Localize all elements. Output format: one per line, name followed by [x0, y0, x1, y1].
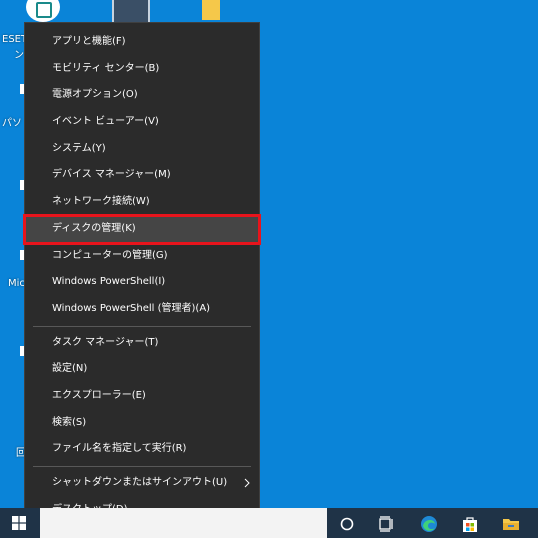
menu-item-settings[interactable]: 設定(N) — [25, 356, 259, 383]
menu-item-label: 検索(S) — [52, 416, 87, 428]
menu-item-mobility-center[interactable]: モビリティ センター(B) — [25, 56, 259, 83]
menu-item-label: シャットダウンまたはサインアウト(U) — [52, 477, 228, 488]
menu-item-label: 電源オプション(O) — [52, 89, 138, 101]
menu-item-run[interactable]: ファイル名を指定して実行(R) — [25, 436, 259, 463]
task-view-icon[interactable] — [377, 514, 397, 534]
edge-icon[interactable] — [419, 514, 439, 534]
menu-item-label: イベント ビューアー(V) — [52, 116, 159, 128]
menu-item-network-connections[interactable]: ネットワーク接続(W) — [25, 189, 259, 216]
menu-item-label: モビリティ センター(B) — [52, 62, 160, 74]
menu-item-label: アプリと機能(F) — [52, 36, 126, 47]
menu-item-system[interactable]: システム(Y) — [25, 136, 259, 163]
menu-item-file-explorer[interactable]: エクスプローラー(E) — [25, 383, 259, 410]
menu-item-shutdown-signout[interactable]: シャットダウンまたはサインアウト(U) — [25, 470, 259, 497]
folder-icon[interactable] — [202, 0, 220, 20]
desktop-label-pc: パソ — [2, 118, 22, 129]
menu-separator — [33, 325, 251, 327]
menu-item-device-manager[interactable]: デバイス マネージャー(M) — [25, 162, 259, 189]
desktop: ESET ン パソ Micr 回 アプリと機能(F) モビリティ センター(B)… — [0, 0, 538, 538]
menu-item-label: ネットワーク接続(W) — [52, 196, 150, 208]
computer-icon[interactable] — [112, 0, 150, 24]
menu-item-label: ディスクの管理(K) — [52, 222, 136, 234]
menu-item-label: ファイル名を指定して実行(R) — [52, 443, 187, 455]
menu-separator — [33, 466, 251, 467]
menu-item-label: システム(Y) — [52, 142, 106, 154]
menu-item-power-options[interactable]: 電源オプション(O) — [25, 82, 259, 109]
menu-item-task-manager[interactable]: タスク マネージャー(T) — [25, 330, 259, 357]
menu-item-powershell-admin[interactable]: Windows PowerShell (管理者)(A) — [25, 296, 259, 323]
menu-item-label: コンピューターの管理(G) — [52, 249, 168, 261]
quick-link-menu: アプリと機能(F) モビリティ センター(B) 電源オプション(O) イベント … — [23, 22, 261, 528]
menu-item-label: 設定(N) — [52, 363, 88, 375]
menu-item-label: エクスプローラー(E) — [52, 389, 146, 401]
menu-item-apps-features[interactable]: アプリと機能(F) — [25, 29, 259, 56]
taskbar-search-box[interactable] — [40, 508, 327, 538]
file-explorer-icon[interactable] — [501, 514, 521, 534]
menu-item-powershell[interactable]: Windows PowerShell(I) — [25, 269, 259, 296]
menu-item-computer-management[interactable]: コンピューターの管理(G) — [25, 243, 259, 270]
menu-item-label: Windows PowerShell (管理者)(A) — [52, 302, 211, 314]
eset-icon[interactable] — [26, 0, 60, 22]
menu-item-label: Windows PowerShell(I) — [52, 276, 166, 288]
menu-item-disk-management[interactable]: ディスクの管理(K) — [23, 213, 261, 245]
menu-item-event-viewer[interactable]: イベント ビューアー(V) — [25, 109, 259, 136]
menu-item-label: デバイス マネージャー(M) — [52, 169, 171, 181]
menu-item-label: タスク マネージャー(T) — [52, 336, 159, 348]
desktop-label-eset-2: ン — [14, 50, 24, 61]
cortana-circle-icon[interactable] — [337, 514, 357, 534]
menu-item-search[interactable]: 検索(S) — [25, 410, 259, 437]
store-icon[interactable] — [460, 514, 480, 534]
windows-start-icon[interactable] — [12, 516, 26, 530]
chevron-right-icon — [244, 478, 250, 488]
